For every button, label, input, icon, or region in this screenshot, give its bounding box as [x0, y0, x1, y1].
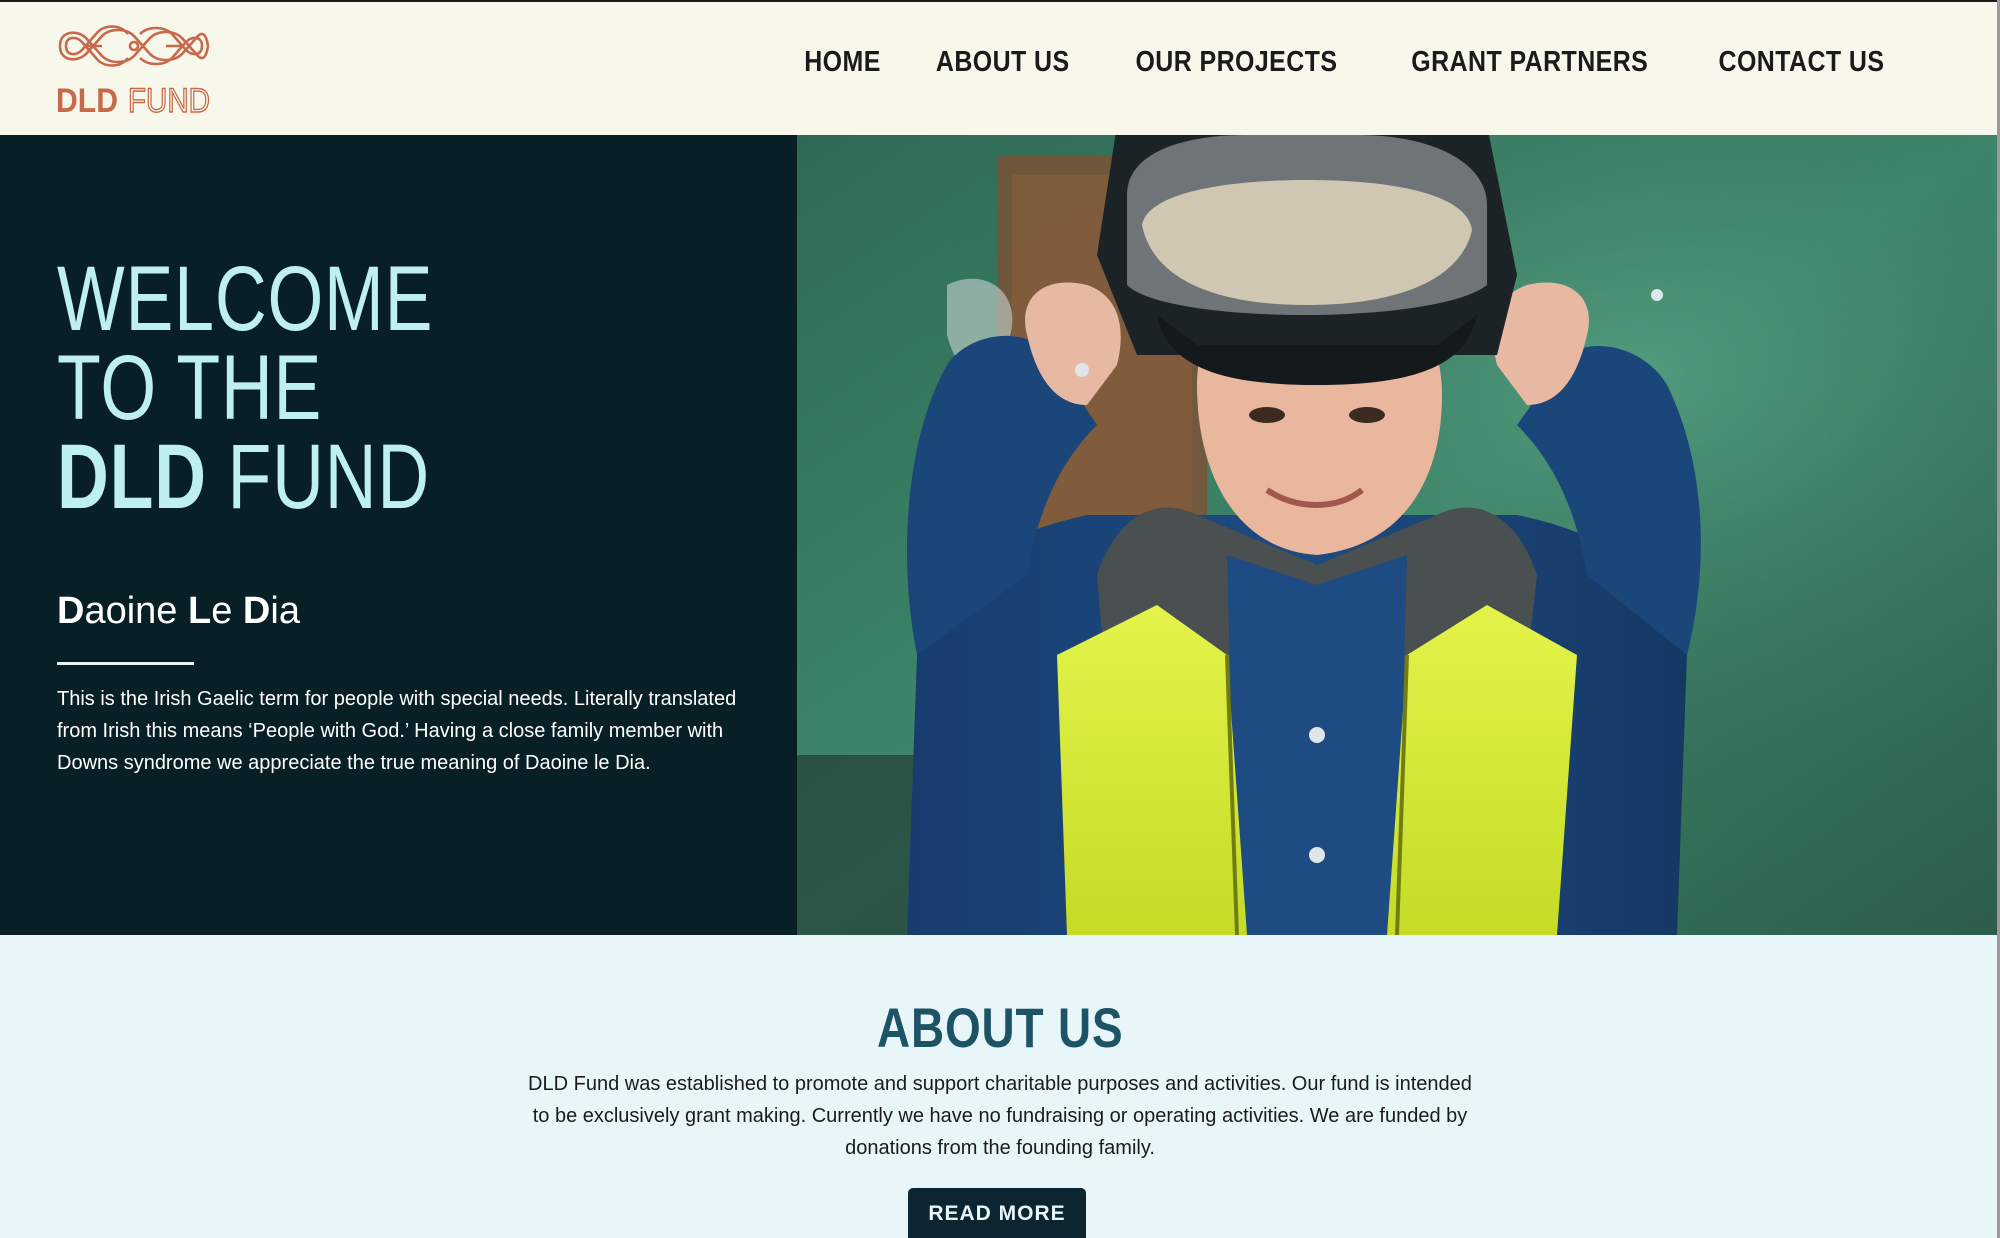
nav-grant-partners[interactable]: GRANT PARTNERS: [1411, 46, 1648, 79]
about-title-text: ABOUT US: [876, 996, 1124, 1059]
subtitle-text-1: aoine: [84, 590, 188, 632]
hero-description: This is the Irish Gaelic term for people…: [57, 688, 737, 774]
hero-text-panel: WELCOME TO THE DLD FUND Daoine Le Dia Th…: [0, 135, 797, 935]
hero-photo-illustration: [797, 135, 2000, 935]
main-nav: HOME ABOUT US OUR PROJECTS GRANT PARTNER…: [798, 46, 1898, 79]
site-header: DLD FUND HOME ABOUT US OUR PROJECTS GRAN…: [0, 0, 2000, 135]
subtitle-text-3: ia: [270, 590, 300, 632]
hero-divider: [57, 662, 194, 665]
hero-title-line-1: WELCOME: [57, 248, 434, 350]
celtic-knot-logo-icon: DLD FUND: [56, 25, 211, 121]
logo-text-dld: DLD: [56, 82, 118, 116]
hero-section: WELCOME TO THE DLD FUND Daoine Le Dia Th…: [0, 135, 2000, 935]
about-description: DLD Fund was established to promote and …: [528, 1073, 1472, 1159]
nav-contact-us[interactable]: CONTACT US: [1719, 46, 1885, 79]
subtitle-initial-d1: D: [57, 590, 85, 632]
hero-subtitle: Daoine Le Dia: [57, 590, 300, 633]
hero-title-line-2: TO THE: [57, 337, 323, 439]
logo-text-fund: FUND: [128, 82, 210, 116]
read-more-button[interactable]: READ MORE: [908, 1188, 1086, 1238]
nav-our-projects[interactable]: OUR PROJECTS: [1135, 46, 1337, 79]
hero-photo: [797, 135, 2000, 935]
about-section: ABOUT US DLD Fund was established to pro…: [0, 935, 2000, 1238]
hero-title-dld: DLD: [57, 426, 207, 528]
nav-home[interactable]: HOME: [804, 46, 881, 79]
subtitle-initial-d2: D: [242, 590, 271, 632]
hero-title-fund: FUND: [206, 426, 430, 528]
page: DLD FUND HOME ABOUT US OUR PROJECTS GRAN…: [0, 0, 2000, 1238]
subtitle-initial-l: L: [188, 590, 212, 632]
nav-about-us[interactable]: ABOUT US: [936, 46, 1070, 79]
about-title: ABOUT US: [0, 995, 2000, 1060]
hero-title: WELCOME TO THE DLD FUND: [57, 253, 433, 523]
site-logo[interactable]: DLD FUND: [56, 24, 212, 121]
subtitle-text-2: e: [211, 590, 243, 632]
